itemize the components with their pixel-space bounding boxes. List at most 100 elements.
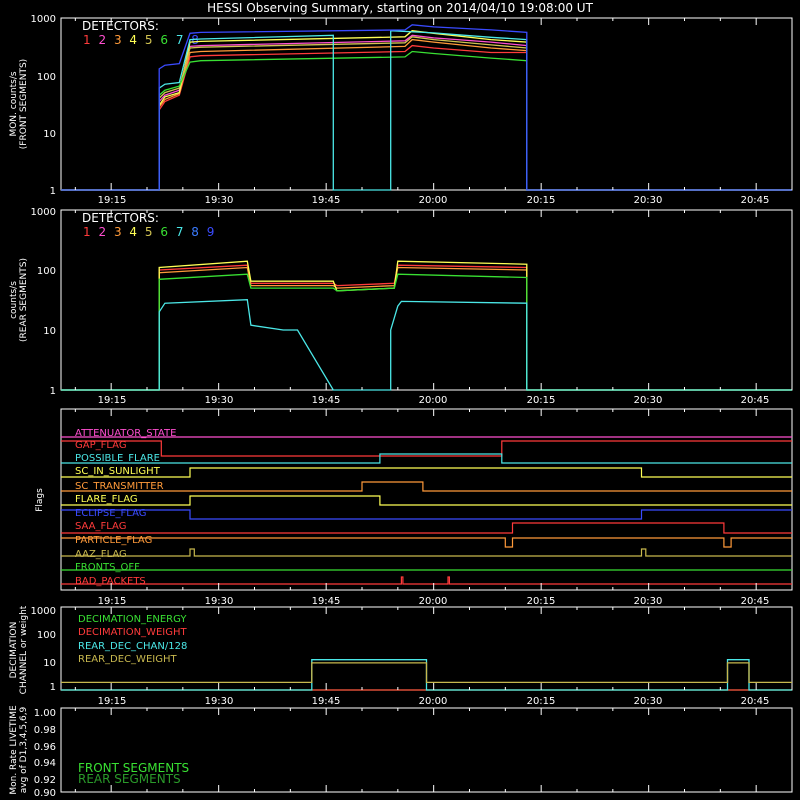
rear-ylabel-line2: (REAR SEGMENTS) bbox=[19, 258, 29, 342]
front-series-detector-3 bbox=[61, 38, 792, 191]
flags-panel: Flags ATTENUATOR_STATE GAP_FLAG POSSIBLE… bbox=[35, 408, 793, 591]
rear-det-1: 1 bbox=[83, 225, 91, 239]
front-xtick-1915: 19:15 bbox=[98, 195, 127, 206]
decimation-xtick-1945: 19:45 bbox=[312, 696, 341, 707]
rear-xtick-2015: 20:15 bbox=[527, 395, 556, 406]
front-series-detector-7 bbox=[61, 30, 792, 191]
flag-label-fronts-off: FRONTS_OFF bbox=[75, 562, 140, 573]
flag-label-sc-in-sunlight: SC_IN_SUNLIGHT bbox=[75, 466, 161, 477]
flag-series-eclipse-flag bbox=[61, 509, 792, 520]
livetime-ytick-100: 1.00 bbox=[34, 708, 56, 719]
front-panel: MON. counts/s (FRONT SEGMENTS) 1000 100 … bbox=[9, 14, 793, 197]
flag-label-sc-transmitter: SC_TRANSMITTER bbox=[75, 481, 164, 492]
rear-ytick-1: 1 bbox=[50, 386, 56, 397]
rear-xtick-2030: 20:30 bbox=[634, 395, 663, 406]
livetime-legend-rear: REAR SEGMENTS bbox=[78, 772, 181, 786]
rear-xtick-1930: 19:30 bbox=[205, 395, 234, 406]
front-ylabel-line1: MON. counts/s bbox=[9, 71, 19, 136]
flags-xtick-1915: 19:15 bbox=[98, 596, 127, 607]
flag-label-possible-flare: POSSIBLE_FLARE bbox=[75, 453, 160, 464]
flags-xticklabels: 19:15 19:30 19:45 20:00 20:15 20:30 20:4… bbox=[98, 596, 770, 607]
rear-ytick-10: 10 bbox=[43, 326, 56, 337]
rear-xtick-2045: 20:45 bbox=[741, 395, 770, 406]
flag-label-particle-flag: PARTICLE_FLAG bbox=[75, 535, 152, 546]
decimation-xtick-2000: 20:00 bbox=[419, 696, 448, 707]
rear-det-3: 3 bbox=[114, 225, 122, 239]
livetime-ylabel-line1: Mon. Rate LIVETIME bbox=[9, 705, 19, 795]
decimation-legend-rear-weight: REAR_DEC_WEIGHT bbox=[78, 654, 177, 665]
front-series-detector-6 bbox=[61, 50, 792, 191]
flag-series-saa-flag bbox=[61, 522, 792, 534]
front-xtick-2000: 20:00 bbox=[419, 195, 448, 206]
front-xtick-1945: 19:45 bbox=[312, 195, 341, 206]
flags-series-group bbox=[61, 436, 792, 585]
front-ylabel-line2: (FRONT SEGMENTS) bbox=[19, 59, 29, 149]
front-xtick-2045: 20:45 bbox=[741, 195, 770, 206]
rear-ytick-100: 100 bbox=[37, 266, 56, 277]
rear-panel: counts/s (REAR SEGMENTS) 1000 100 10 1 D… bbox=[9, 207, 793, 397]
flag-series-flare-flag bbox=[61, 495, 792, 506]
decimation-ylabel-line1: DECIMATION bbox=[9, 622, 19, 679]
front-series-detector-8 bbox=[61, 24, 792, 191]
rear-legend-detectors: 1 2 3 4 5 6 7 8 9 bbox=[83, 225, 214, 239]
rear-series-detector-1 bbox=[61, 264, 792, 391]
flags-xtick-2045: 20:45 bbox=[741, 596, 770, 607]
front-det-5: 5 bbox=[145, 33, 153, 47]
front-det-4: 4 bbox=[129, 33, 137, 47]
figure-title: HESSI Observing Summary, starting on 201… bbox=[207, 1, 593, 15]
front-xticklabels: 19:15 19:30 19:45 20:00 20:15 20:30 20:4… bbox=[98, 195, 770, 206]
rear-xticklabels: 19:15 19:30 19:45 20:00 20:15 20:30 20:4… bbox=[98, 395, 770, 406]
rear-det-9: 9 bbox=[207, 225, 215, 239]
flags-xtick-1945: 19:45 bbox=[312, 596, 341, 607]
flags-xtick-2000: 20:00 bbox=[419, 596, 448, 607]
rear-xtick-1915: 19:15 bbox=[98, 395, 127, 406]
flag-series-sc-transmitter bbox=[61, 481, 792, 492]
decimation-series-rear-dec-weight bbox=[61, 662, 792, 684]
livetime-panel: Mon. Rate LIVETIME avg of D1,3,4,5,6,9 1… bbox=[9, 705, 793, 799]
flag-label-flare-flag: FLARE_FLAG bbox=[75, 494, 138, 505]
livetime-ytick-092: 0.92 bbox=[34, 775, 56, 786]
decimation-xtick-1930: 19:30 bbox=[205, 696, 234, 707]
rear-series-detector-4 bbox=[61, 260, 792, 391]
decimation-xtick-2045: 20:45 bbox=[741, 696, 770, 707]
rear-det-8: 8 bbox=[191, 225, 199, 239]
front-xtick-2015: 20:15 bbox=[527, 195, 556, 206]
livetime-ytick-090: 0.90 bbox=[34, 788, 56, 799]
decimation-xtick-2030: 20:30 bbox=[634, 696, 663, 707]
front-det-7: 7 bbox=[176, 33, 184, 47]
flags-xtick-1930: 19:30 bbox=[205, 596, 234, 607]
front-det-2: 2 bbox=[98, 33, 106, 47]
front-series-detector-2 bbox=[61, 34, 792, 191]
decimation-ytick-1: 1 bbox=[50, 682, 56, 693]
front-xtick-1930: 19:30 bbox=[205, 195, 234, 206]
decimation-panel: DECIMATION CHANNEL or weight 1000 100 10… bbox=[9, 605, 793, 694]
front-xtick-2030: 20:30 bbox=[634, 195, 663, 206]
flag-label-bad-packets: BAD_PACKETS bbox=[75, 576, 146, 587]
front-legend-title: DETECTORS: bbox=[82, 19, 159, 33]
flags-ylabel: Flags bbox=[35, 488, 45, 512]
rear-det-6: 6 bbox=[160, 225, 168, 239]
livetime-ytick-098: 0.98 bbox=[34, 725, 56, 736]
flag-label-aaz-flag: AAZ_FLAG bbox=[75, 549, 127, 560]
flag-series-possible-flare bbox=[61, 453, 792, 464]
rear-series-detector-7 bbox=[61, 299, 792, 391]
decimation-xtick-2015: 20:15 bbox=[527, 696, 556, 707]
front-ytick-100: 100 bbox=[37, 72, 56, 83]
front-series-detector-1 bbox=[61, 44, 792, 191]
front-det-1: 1 bbox=[83, 33, 91, 47]
front-det-6: 6 bbox=[160, 33, 168, 47]
rear-ytick-1000: 1000 bbox=[31, 207, 56, 218]
rear-xtick-2000: 20:00 bbox=[419, 395, 448, 406]
rear-ylabel-line1: counts/s bbox=[9, 281, 19, 319]
livetime-ylabel-line2: avg of D1,3,4,5,6,9 bbox=[19, 706, 29, 793]
front-series-group bbox=[61, 24, 792, 191]
decimation-legend-rear-chan: REAR_DEC_CHAN/128 bbox=[78, 641, 187, 652]
decimation-legend-energy: DECIMATION_ENERGY bbox=[78, 614, 187, 625]
front-ytick-1: 1 bbox=[50, 186, 56, 197]
rear-series-detector-3 bbox=[61, 266, 792, 391]
rear-det-4: 4 bbox=[129, 225, 137, 239]
front-series-detector-5 bbox=[61, 36, 792, 191]
front-series-detector-4 bbox=[61, 30, 792, 191]
rear-det-2: 2 bbox=[98, 225, 106, 239]
flag-label-gap-flag: GAP_FLAG bbox=[75, 440, 127, 451]
